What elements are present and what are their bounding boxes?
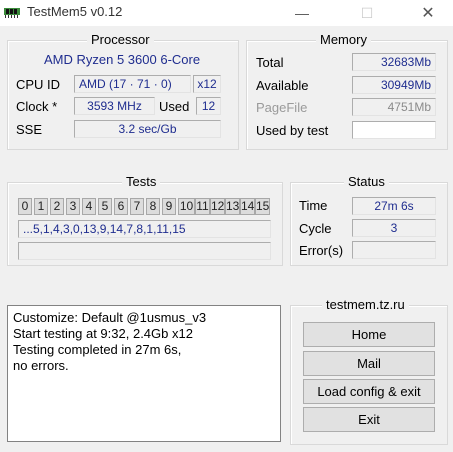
log-line: Testing completed in 27m 6s,: [13, 342, 182, 357]
load-config-exit-button[interactable]: Load config & exit: [303, 379, 435, 404]
log-textarea[interactable]: Customize: Default @1usmus_v3 Start test…: [7, 305, 281, 442]
log-line: no errors.: [13, 358, 69, 373]
exit-button[interactable]: Exit: [303, 407, 435, 432]
test-cell: 12: [210, 198, 225, 215]
cycle-field: 3: [352, 219, 436, 237]
title-bar: TestMem5 v0.12 — ☐ ✕: [0, 0, 453, 26]
pagefile-label: PageFile: [256, 100, 308, 115]
test-cell: 13: [225, 198, 240, 215]
minimize-button[interactable]: —: [279, 0, 325, 26]
test-cell: 9: [162, 198, 176, 215]
log-line: Customize: Default @1usmus_v3: [13, 310, 207, 325]
total-label: Total: [256, 55, 284, 70]
cpu-id-field: AMD (17 · 71 · 0): [74, 75, 191, 93]
cycle-label: Cycle: [299, 221, 332, 236]
mail-button[interactable]: Mail: [303, 351, 435, 376]
test-cell: 10: [178, 198, 195, 215]
test-cell: 4: [82, 198, 96, 215]
sse-label: SSE: [16, 122, 43, 137]
test-cell: 15: [255, 198, 270, 215]
memory-chip-icon: [4, 8, 20, 18]
sse-field: 3.2 sec/Gb: [74, 120, 221, 138]
used-by-test-label: Used by test: [256, 123, 329, 138]
window-title: TestMem5 v0.12: [27, 4, 123, 19]
used-by-test-input[interactable]: [352, 121, 436, 139]
used-threads-field: 12: [196, 97, 221, 115]
test-cell: 14: [240, 198, 255, 215]
tests-group-title: Tests: [122, 174, 161, 189]
errors-field: [352, 241, 436, 259]
test-cell: 5: [98, 198, 112, 215]
clock-field: 3593 MHz: [74, 97, 155, 115]
time-field: 27m 6s: [352, 197, 436, 215]
status-group-title: Status: [344, 174, 389, 189]
log-line: Start testing at 9:32, 2.4Gb x12: [13, 326, 193, 341]
cpu-threads-field: x12: [193, 75, 221, 93]
test-cell: 1: [34, 198, 48, 215]
pagefile-field: 4751Mb: [352, 98, 436, 116]
test-cell: 2: [50, 198, 64, 215]
time-label: Time: [299, 198, 328, 213]
used-label: Used: [159, 99, 190, 114]
test-sequence-field: ...5,1,4,3,0,13,9,14,7,8,1,11,15: [18, 220, 271, 238]
memory-group-title: Memory: [316, 32, 371, 47]
test-cell: 8: [146, 198, 160, 215]
errors-label: Error(s): [299, 243, 344, 258]
maximize-button[interactable]: ☐: [344, 0, 390, 26]
available-memory-field: 30949Mb: [352, 76, 436, 94]
test-cell: 3: [66, 198, 80, 215]
home-button[interactable]: Home: [303, 322, 435, 347]
test-cell: 0: [18, 198, 32, 215]
clock-label: Clock *: [16, 99, 58, 114]
processor-group-title: Processor: [87, 32, 154, 47]
total-memory-field: 32683Mb: [352, 53, 436, 71]
test-cell: 7: [130, 198, 144, 215]
cpu-id-label: CPU ID: [16, 77, 61, 92]
test-progress-bar: [18, 242, 271, 260]
test-cell: 6: [114, 198, 128, 215]
close-button[interactable]: ✕: [405, 0, 451, 26]
available-label: Available: [256, 78, 309, 93]
test-cell: 11: [195, 198, 210, 215]
website-title: testmem.tz.ru: [322, 297, 409, 312]
processor-name: AMD Ryzen 5 3600 6-Core: [44, 52, 201, 67]
